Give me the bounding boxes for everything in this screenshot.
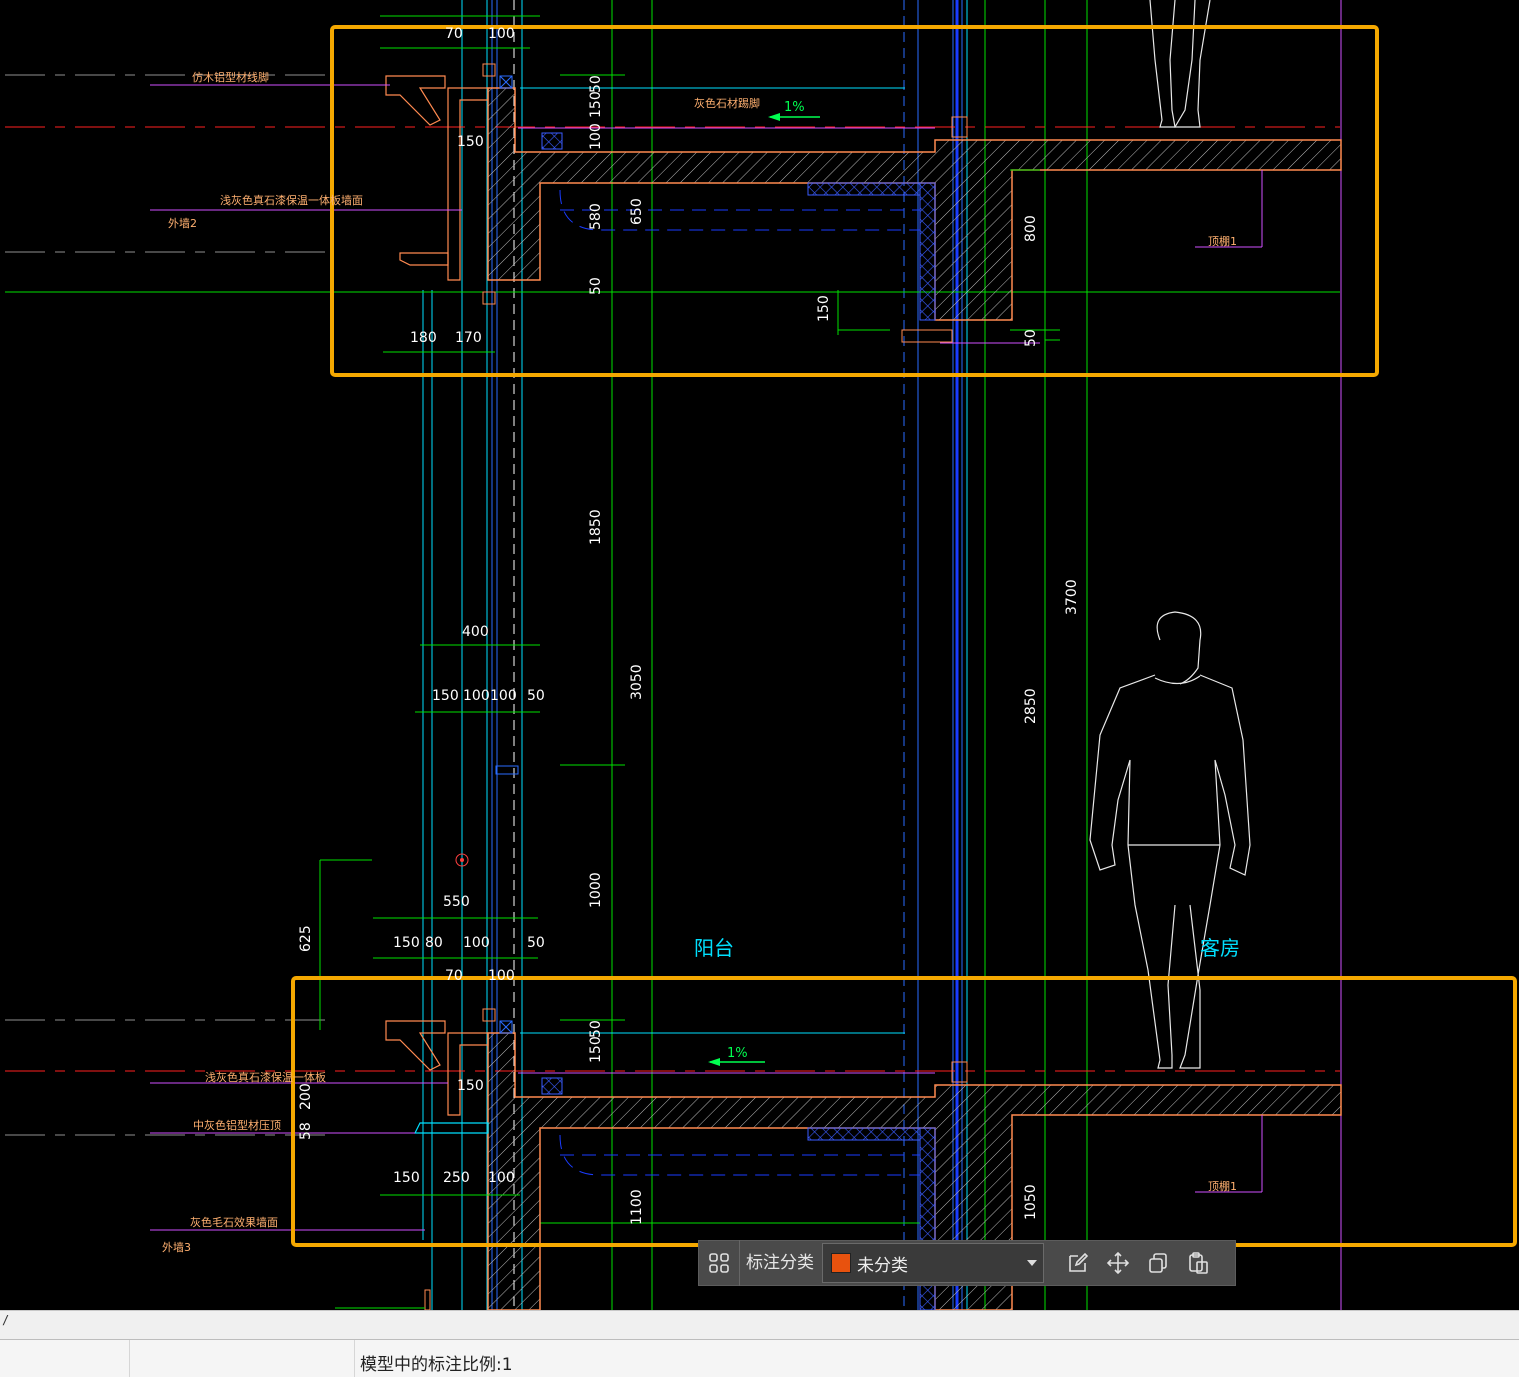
paste-icon[interactable] bbox=[1178, 1240, 1218, 1286]
category-selected-value: 未分类 bbox=[857, 1255, 908, 1276]
dim-text: 3050 bbox=[629, 664, 645, 700]
dim-text: 50 bbox=[1023, 329, 1039, 347]
cad-drawing-canvas[interactable]: 70 100 50 150 100 150 650 580 50 800 150… bbox=[0, 0, 1519, 1310]
dim-text: 100 bbox=[488, 26, 515, 42]
category-label: 标注分类 bbox=[739, 1240, 822, 1286]
status-cell bbox=[0, 1340, 130, 1377]
dim-text: 50 bbox=[527, 935, 545, 951]
dim-text: 100 bbox=[463, 935, 490, 951]
edit-icon[interactable] bbox=[1058, 1240, 1098, 1286]
dim-text: 150 bbox=[393, 935, 420, 951]
grid-menu-icon[interactable] bbox=[699, 1240, 739, 1286]
dim-text: 3700 bbox=[1064, 579, 1080, 615]
dim-text: 70 bbox=[445, 968, 463, 984]
room-label-balcony: 阳台 bbox=[694, 936, 734, 960]
material-label: 浅灰色真石漆保温一体板墙面 bbox=[220, 193, 363, 207]
dim-text: 625 bbox=[298, 925, 314, 952]
annotation-scale-text: 模型中的标注比例:1 bbox=[360, 1355, 513, 1375]
dim-text: 100 bbox=[488, 1170, 515, 1186]
material-label: 顶棚1 bbox=[1208, 1179, 1237, 1193]
dim-text: 150 bbox=[432, 688, 459, 704]
dim-text: 50 bbox=[588, 75, 604, 93]
command-prompt: / bbox=[2, 1313, 10, 1327]
dim-text: 400 bbox=[462, 624, 489, 640]
dim-text: 150 bbox=[457, 1078, 484, 1094]
dim-text: 1050 bbox=[1023, 1184, 1039, 1220]
room-label-guest-room: 客房 bbox=[1200, 936, 1240, 960]
dim-text: 1100 bbox=[629, 1189, 645, 1225]
horizontal-reference-lines bbox=[5, 74, 1340, 1224]
dim-text: 250 bbox=[443, 1170, 470, 1186]
dim-text: 150 bbox=[816, 295, 832, 322]
category-color-swatch bbox=[831, 1253, 851, 1273]
dim-text: 200 bbox=[298, 1083, 314, 1110]
dim-text: 100 bbox=[490, 688, 517, 704]
status-bar: 模型中的标注比例:1 bbox=[0, 1340, 1519, 1377]
move-icon[interactable] bbox=[1098, 1240, 1138, 1286]
category-dropdown[interactable]: 未分类 bbox=[822, 1243, 1044, 1283]
dim-text: 150 bbox=[457, 134, 484, 150]
slope-label: 1% bbox=[727, 1046, 748, 1061]
material-label: 灰色石材踢脚 bbox=[694, 96, 760, 110]
material-label: 外墙3 bbox=[162, 1240, 191, 1254]
dim-text: 50 bbox=[588, 277, 604, 295]
copy-icon[interactable] bbox=[1138, 1240, 1178, 1286]
dim-text: 2850 bbox=[1023, 688, 1039, 724]
dim-text: 150 bbox=[588, 91, 604, 118]
dim-text: 1000 bbox=[588, 872, 604, 908]
dim-text: 100 bbox=[488, 968, 515, 984]
command-line[interactable]: / bbox=[0, 1310, 1519, 1340]
dim-text: 180 bbox=[410, 330, 437, 346]
material-label: 浅灰色真石漆保温一体板 bbox=[205, 1070, 326, 1084]
dim-text: 150 bbox=[393, 1170, 420, 1186]
dim-text: 650 bbox=[629, 198, 645, 225]
material-label: 顶棚1 bbox=[1208, 234, 1237, 248]
material-label: 外墙2 bbox=[168, 216, 197, 230]
material-label: 灰色毛石效果墙面 bbox=[190, 1215, 278, 1229]
dim-text: 70 bbox=[445, 26, 463, 42]
dim-text: 170 bbox=[455, 330, 482, 346]
annotation-toolbar: 标注分类 未分类 bbox=[698, 1240, 1236, 1286]
dim-text: 550 bbox=[443, 894, 470, 910]
dim-text: 50 bbox=[588, 1020, 604, 1038]
dim-text: 50 bbox=[527, 688, 545, 704]
dim-text: 100 bbox=[463, 688, 490, 704]
chevron-down-icon bbox=[1027, 1260, 1037, 1266]
dim-text: 58 bbox=[298, 1122, 314, 1140]
dim-text: 80 bbox=[425, 935, 443, 951]
dim-text: 1850 bbox=[588, 509, 604, 545]
slope-label: 1% bbox=[784, 100, 805, 115]
dim-text: 100 bbox=[588, 123, 604, 150]
dim-text: 580 bbox=[588, 203, 604, 230]
material-label: 仿木铝型材线脚 bbox=[192, 70, 269, 84]
status-cell bbox=[129, 1340, 355, 1377]
dim-text: 150 bbox=[588, 1036, 604, 1063]
material-label: 中灰色铝型材压顶 bbox=[193, 1118, 281, 1132]
dim-text: 800 bbox=[1023, 215, 1039, 242]
